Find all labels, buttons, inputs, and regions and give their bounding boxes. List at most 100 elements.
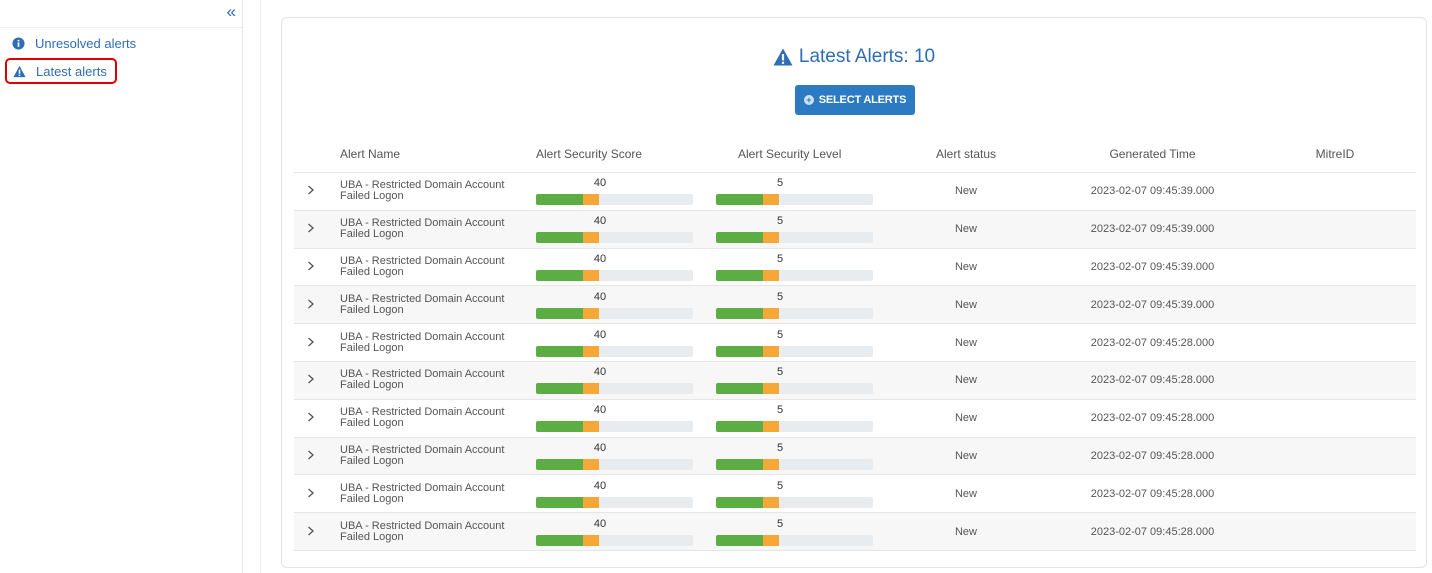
table-body: UBA - Restricted Domain Account Failed Lo…: [294, 173, 1416, 551]
bar-green-segment: [536, 421, 584, 433]
bar-green-segment: [536, 307, 584, 319]
security-level-value: 5: [776, 252, 784, 265]
bar-green-segment: [716, 421, 764, 433]
security-score-bar: [536, 421, 693, 433]
alerts-table: Alert Name Alert Security Score Alert Se…: [294, 135, 1416, 551]
generated-time: 2023-02-07 09:45:28.000: [1090, 412, 1215, 425]
expand-row-chevron-icon[interactable]: [294, 222, 328, 236]
bar-orange-segment: [583, 421, 599, 433]
table-row[interactable]: UBA - Restricted Domain Account Failed Lo…: [294, 286, 1416, 325]
alert-name-line2: Failed Logon: [340, 303, 404, 316]
expand-row-chevron-icon[interactable]: [294, 411, 328, 425]
table-row[interactable]: UBA - Restricted Domain Account Failed Lo…: [294, 361, 1416, 400]
alert-status: New: [954, 185, 977, 198]
expand-row-chevron-icon[interactable]: [294, 373, 328, 387]
page-title-text: Latest Alerts: 10: [798, 46, 936, 67]
bar-green-segment: [536, 383, 584, 395]
security-level-bar: [716, 307, 873, 319]
column-header-mitre-id[interactable]: MitreID: [1254, 147, 1416, 161]
security-score-cell: 40: [521, 174, 701, 208]
security-level-value: 5: [776, 479, 784, 492]
security-score-value: 40: [593, 441, 607, 454]
sidebar-item-label: Unresolved alerts: [35, 35, 137, 51]
expand-row-chevron-icon[interactable]: [294, 336, 328, 350]
alert-name-line2: Failed Logon: [340, 417, 404, 430]
alert-name: UBA - Restricted Domain Account Failed Lo…: [328, 330, 521, 354]
expand-row-chevron-icon[interactable]: [294, 298, 328, 312]
generated-time: 2023-02-07 09:45:28.000: [1090, 487, 1215, 500]
bar-green-segment: [716, 383, 764, 395]
alert-name-line2: Failed Logon: [340, 265, 404, 278]
sidebar-item-label: Latest alerts: [36, 63, 107, 79]
security-level-cell: 5: [701, 212, 881, 246]
table-row[interactable]: UBA - Restricted Domain Account Failed Lo…: [294, 475, 1416, 514]
expand-row-chevron-icon[interactable]: [294, 449, 328, 463]
security-score-cell: 40: [521, 477, 701, 511]
table-row[interactable]: UBA - Restricted Domain Account Failed Lo…: [294, 437, 1416, 476]
bar-orange-segment: [763, 496, 779, 508]
column-header-alert-status[interactable]: Alert status: [881, 147, 1051, 161]
bar-green-segment: [536, 534, 584, 546]
security-score-value: 40: [593, 177, 607, 190]
bar-green-segment: [716, 534, 764, 546]
alert-name-line2: Failed Logon: [340, 454, 404, 467]
table-row[interactable]: UBA - Restricted Domain Account Failed Lo…: [294, 513, 1416, 551]
security-score-cell: 40: [521, 363, 701, 397]
security-level-value: 5: [776, 441, 784, 454]
table-row[interactable]: UBA - Restricted Domain Account Failed Lo…: [294, 210, 1416, 249]
alert-name: UBA - Restricted Domain Account Failed Lo…: [328, 520, 521, 543]
security-score-bar: [536, 496, 693, 508]
generated-time: 2023-02-07 09:45:28.000: [1090, 374, 1215, 387]
sidebar-item-latest-alerts[interactable]: Latest alerts: [5, 58, 117, 84]
table-row[interactable]: UBA - Restricted Domain Account Failed Lo…: [294, 173, 1416, 211]
alert-name-line1: UBA - Restricted Domain Account: [340, 330, 505, 343]
generated-time: 2023-02-07 09:45:28.000: [1090, 449, 1215, 462]
alert-name: UBA - Restricted Domain Account Failed Lo…: [328, 407, 521, 429]
expand-row-chevron-icon[interactable]: [294, 487, 328, 501]
warning-triangle-icon: [13, 65, 26, 77]
column-header-security-score[interactable]: Alert Security Score: [521, 147, 701, 161]
bar-green-segment: [716, 345, 764, 357]
table-row[interactable]: UBA - Restricted Domain Account Failed Lo…: [294, 249, 1416, 287]
bar-orange-segment: [763, 534, 779, 546]
table-row[interactable]: UBA - Restricted Domain Account Failed Lo…: [294, 400, 1416, 438]
expand-row-chevron-icon[interactable]: [294, 525, 328, 539]
column-header-security-level[interactable]: Alert Security Level: [701, 147, 881, 161]
page-title: Latest Alerts: 10: [282, 46, 1426, 68]
security-level-bar: [716, 232, 873, 244]
alert-status: New: [954, 449, 977, 462]
expand-row-chevron-icon[interactable]: [294, 260, 328, 274]
security-level-bar: [716, 496, 873, 508]
table-row[interactable]: UBA - Restricted Domain Account Failed Lo…: [294, 324, 1416, 362]
column-header-generated-time[interactable]: Generated Time: [1051, 147, 1254, 161]
select-alerts-button[interactable]: + SELECT ALERTS: [795, 85, 915, 115]
bar-orange-segment: [583, 383, 599, 395]
security-score-bar: [536, 194, 693, 206]
alert-name: UBA - Restricted Domain Account Failed Lo…: [328, 180, 521, 202]
expand-row-chevron-icon[interactable]: [294, 184, 328, 198]
security-score-cell: 40: [521, 515, 701, 549]
security-score-value: 40: [593, 290, 607, 303]
security-score-value: 40: [593, 366, 607, 379]
security-score-cell: 40: [521, 439, 701, 473]
bar-green-segment: [716, 458, 764, 470]
security-score-bar: [536, 232, 693, 244]
security-level-bar: [716, 194, 873, 206]
sidebar-item-unresolved-alerts[interactable]: Unresolved alerts: [6, 31, 144, 55]
bar-orange-segment: [583, 458, 599, 470]
security-score-value: 40: [593, 404, 607, 417]
info-circle-icon: [12, 36, 25, 50]
alert-status: New: [954, 525, 977, 538]
alert-name-line2: Failed Logon: [340, 492, 404, 505]
bar-green-segment: [716, 307, 764, 319]
column-header-alert-name[interactable]: Alert Name: [328, 147, 521, 161]
bar-orange-segment: [763, 421, 779, 433]
bar-green-segment: [716, 269, 764, 281]
security-level-cell: 5: [701, 288, 881, 322]
bar-orange-segment: [583, 307, 599, 319]
alert-status: New: [954, 412, 977, 425]
bar-green-segment: [536, 458, 584, 470]
bar-orange-segment: [763, 307, 779, 319]
latest-alerts-panel: Latest Alerts: 10 + SELECT ALERTS Alert …: [281, 17, 1427, 568]
collapse-sidebar-icon[interactable]: «: [227, 2, 236, 22]
